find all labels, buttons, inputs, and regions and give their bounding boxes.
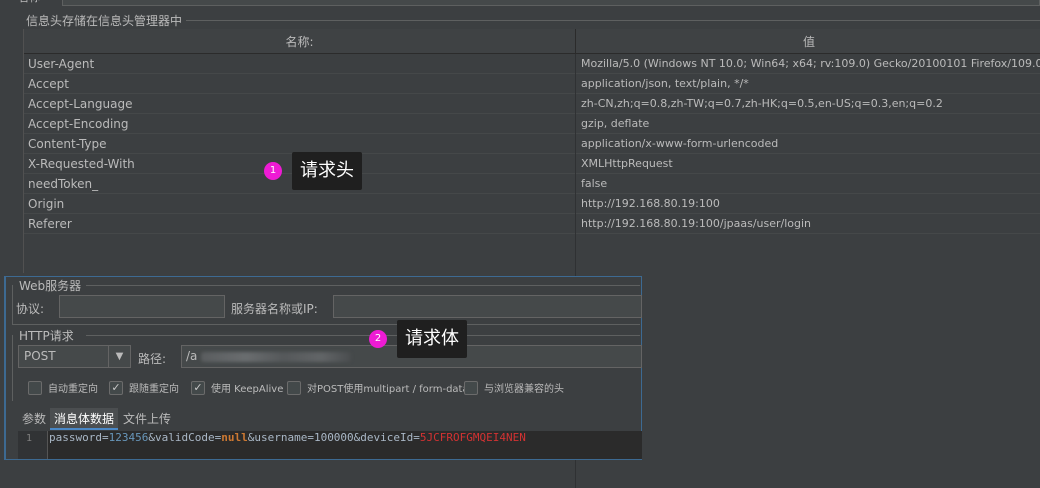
column-header-name[interactable]: 名称:: [24, 29, 576, 54]
path-value: /a: [186, 349, 198, 363]
annotation-badge: 1: [264, 162, 282, 180]
checkbox-label: 跟随重定向: [129, 384, 179, 395]
section-divider: [86, 285, 640, 286]
header-value-cell[interactable]: XMLHttpRequest: [581, 154, 673, 174]
code-key: &username=100000&deviceId=: [247, 431, 420, 444]
top-name-field[interactable]: [62, 0, 1040, 6]
table-row[interactable]: Accept-Encoding gzip, deflate: [24, 114, 1040, 134]
table-row[interactable]: Referer http://192.168.80.19:100/jpaas/u…: [24, 214, 1040, 234]
section-divider: [12, 324, 640, 325]
code-number: 123456: [108, 431, 149, 444]
web-server-title: Web服务器: [19, 279, 82, 293]
header-table-body: User-Agent Mozilla/5.0 (Windows NT 10.0;…: [24, 54, 1040, 234]
checkbox-label: 使用 KeepAlive: [211, 384, 284, 395]
checkbox-box[interactable]: [28, 380, 42, 395]
code-keyword: null: [221, 431, 248, 444]
header-value-cell[interactable]: false: [581, 174, 607, 194]
server-label: 服务器名称或IP:: [231, 302, 318, 316]
code-key: &validCode=: [148, 431, 222, 444]
request-body-text[interactable]: password=123456&validCode=null&username=…: [49, 431, 526, 445]
annotation-label: 请求头: [292, 152, 362, 190]
blurred-path-segment: [201, 351, 352, 362]
header-name-cell[interactable]: Accept: [28, 74, 69, 94]
line-number-gutter: 1: [18, 431, 48, 459]
header-value-cell[interactable]: Mozilla/5.0 (Windows NT 10.0; Win64; x64…: [581, 54, 1040, 74]
table-row[interactable]: X-Requested-With XMLHttpRequest: [24, 154, 1040, 174]
header-name-cell[interactable]: Accept-Language: [28, 94, 132, 114]
check-icon[interactable]: ✓: [109, 380, 123, 395]
annotation-label: 请求体: [397, 320, 467, 358]
code-key: password=: [49, 431, 109, 444]
header-name-cell[interactable]: X-Requested-With: [28, 154, 135, 174]
annotation-request-header: 1 请求头: [264, 152, 362, 190]
tab-file-upload[interactable]: 文件上传: [119, 408, 175, 430]
checkbox-box[interactable]: [287, 380, 301, 395]
checkbox-box[interactable]: [464, 380, 478, 395]
header-name-cell[interactable]: needToken_: [28, 174, 98, 194]
header-value-cell[interactable]: http://192.168.80.19:100/jpaas/user/logi…: [581, 214, 811, 234]
protocol-label: 协议:: [16, 302, 45, 316]
section-divider: [12, 335, 13, 401]
method-select[interactable]: POST ▼: [18, 345, 131, 368]
annotation-badge: 2: [369, 330, 387, 348]
table-row[interactable]: User-Agent Mozilla/5.0 (Windows NT 10.0;…: [24, 54, 1040, 74]
code-string: 5JCFROFGMQEI4NEN: [419, 431, 526, 444]
http-sampler-panel: Web服务器 协议: 服务器名称或IP: HTTP请求 POST ▼ 路径: /…: [4, 276, 642, 460]
table-row[interactable]: Content-Type application/x-www-form-urle…: [24, 134, 1040, 154]
header-name-cell[interactable]: User-Agent: [28, 54, 94, 74]
top-name-strip: 名称: [0, 0, 1040, 6]
top-name-label: 名称: [18, 0, 40, 4]
browser-headers-checkbox[interactable]: 与浏览器兼容的头: [464, 380, 564, 395]
section-divider: [12, 285, 13, 325]
table-row[interactable]: Origin http://192.168.80.19:100: [24, 194, 1040, 214]
body-data-editor[interactable]: 1 password=123456&validCode=null&usernam…: [18, 431, 642, 459]
header-name-cell[interactable]: Accept-Encoding: [28, 114, 129, 134]
chevron-down-icon[interactable]: ▼: [108, 346, 130, 367]
check-icon[interactable]: ✓: [191, 380, 205, 395]
header-value-cell[interactable]: http://192.168.80.19:100: [581, 194, 720, 214]
table-row[interactable]: Accept-Language zh-CN,zh;q=0.8,zh-TW;q=0…: [24, 94, 1040, 114]
table-row[interactable]: Accept application/json, text/plain, */*: [24, 74, 1040, 94]
checkbox-label: 与浏览器兼容的头: [484, 384, 564, 395]
tab-parameters[interactable]: 参数: [18, 408, 50, 430]
header-name-cell[interactable]: Referer: [28, 214, 72, 234]
multipart-checkbox[interactable]: 对POST使用multipart / form-data: [287, 380, 469, 395]
server-input[interactable]: [333, 295, 642, 318]
method-value: POST: [24, 349, 56, 363]
table-row[interactable]: needToken_ false: [24, 174, 1040, 194]
header-name-cell[interactable]: Content-Type: [28, 134, 107, 154]
line-number: 1: [26, 433, 33, 444]
tab-body-data[interactable]: 消息体数据: [50, 408, 119, 430]
follow-redirects-checkbox[interactable]: ✓ 跟随重定向: [109, 380, 179, 395]
path-label: 路径:: [138, 352, 167, 366]
column-header-value[interactable]: 值: [577, 29, 1040, 54]
header-name-cell[interactable]: Origin: [28, 194, 64, 214]
header-table: 名称: 值 User-Agent Mozilla/5.0 (Windows NT…: [23, 29, 1040, 273]
header-value-cell[interactable]: application/json, text/plain, */*: [581, 74, 749, 94]
header-value-cell[interactable]: gzip, deflate: [581, 114, 649, 134]
redirect-auto-checkbox[interactable]: 自动重定向: [28, 380, 98, 395]
checkbox-label: 自动重定向: [48, 384, 98, 395]
checkbox-label: 对POST使用multipart / form-data: [307, 384, 469, 395]
annotation-request-body: 2 请求体: [369, 320, 467, 358]
http-request-title: HTTP请求: [19, 329, 74, 343]
protocol-input[interactable]: [59, 295, 225, 318]
header-value-cell[interactable]: application/x-www-form-urlencoded: [581, 134, 778, 154]
header-manager-title: 信息头存储在信息头管理器中: [26, 14, 183, 28]
header-table-head: 名称: 值: [24, 29, 1040, 54]
keepalive-checkbox[interactable]: ✓ 使用 KeepAlive: [191, 380, 283, 395]
section-divider: [86, 335, 640, 336]
header-value-cell[interactable]: zh-CN,zh;q=0.8,zh-TW;q=0.7,zh-HK;q=0.5,e…: [581, 94, 943, 114]
section-divider: [186, 20, 1040, 21]
